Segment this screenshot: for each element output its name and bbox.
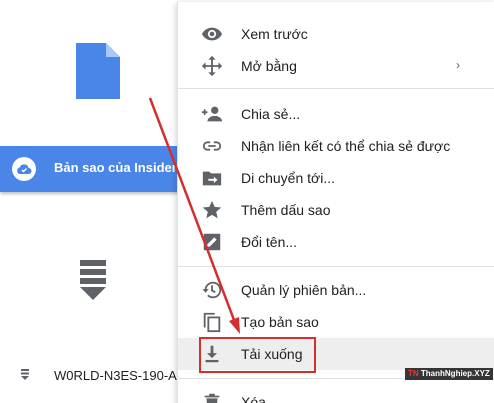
annotation-highlight-box <box>199 337 316 373</box>
watermark-prefix: TN <box>408 369 419 378</box>
watermark-text: ThanhNghiep.XYZ <box>420 369 490 378</box>
drive-screen: Bản sao của Insider. W0RLD-N3ES-190-A...… <box>0 0 494 403</box>
watermark-logo: TN ThanhNghiep.XYZ <box>405 368 493 380</box>
